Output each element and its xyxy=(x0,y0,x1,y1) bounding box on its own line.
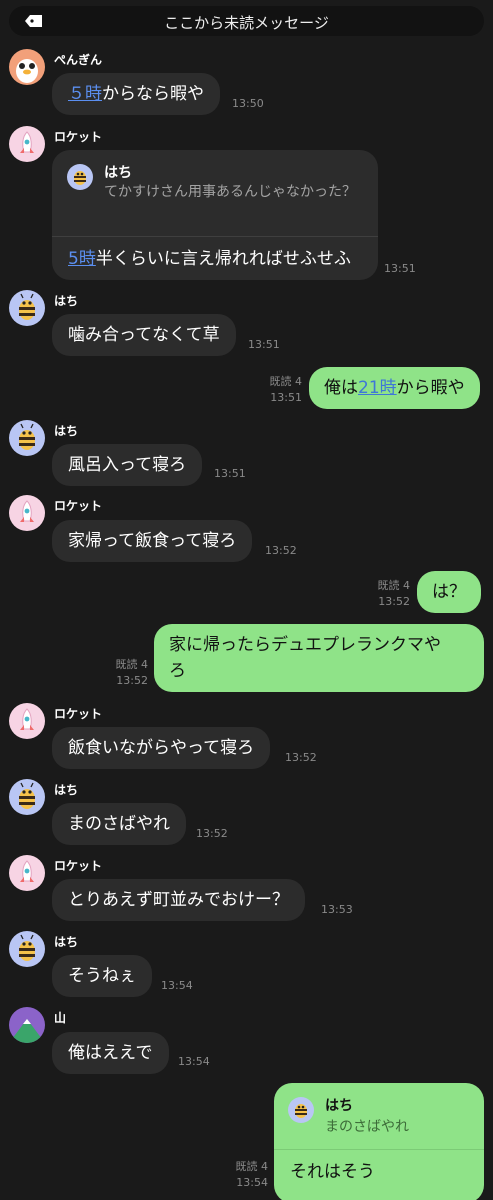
read-receipt: 既読 4 xyxy=(377,579,411,592)
message-text: 風呂入って寝ろ xyxy=(68,455,187,475)
timestamp: 13:51 xyxy=(214,467,246,480)
message-text: それはそう xyxy=(290,1162,375,1182)
message-text: 噛み合ってなくて草 xyxy=(68,325,220,345)
avatar-bee[interactable] xyxy=(9,931,45,967)
sender-name: ロケット xyxy=(54,130,103,144)
sender-name: はち xyxy=(54,783,79,797)
read-receipt: 既読 4 xyxy=(115,658,149,671)
timestamp: 13:51 xyxy=(248,338,280,351)
message-bubble[interactable]: 飯食いながらやって寝ろ xyxy=(52,727,271,769)
message-text: からなら暇や xyxy=(102,84,204,104)
read-receipt: 既読 4 xyxy=(235,1160,269,1173)
time-link[interactable]: ５時 xyxy=(68,84,102,104)
quoted-sender: はち xyxy=(104,165,132,181)
quoted-sender: はち xyxy=(325,1098,353,1114)
reply-message-bubble[interactable]: はち てかすけさん用事あるんじゃなかった？ 5時半くらいに言え帰れればせふせふ xyxy=(52,150,378,280)
message-text: 家帰って飯食って寝ろ xyxy=(68,531,237,551)
message-bubble[interactable]: は？ xyxy=(417,571,481,613)
sender-name: ロケット xyxy=(54,859,103,873)
unread-banner: ここから未読メッセージ xyxy=(9,6,484,36)
timestamp: 13:54 xyxy=(178,1055,210,1068)
timestamp: 13:53 xyxy=(321,903,353,916)
message-bubble[interactable]: 家に帰ったらデュエプレランクマや ろ xyxy=(154,624,484,692)
avatar-bee[interactable] xyxy=(9,779,45,815)
avatar-rocket[interactable] xyxy=(9,126,45,162)
sender-name: ロケット xyxy=(54,707,103,721)
message-bubble[interactable]: とりあえず町並みでおけー？ xyxy=(52,879,305,921)
sender-name: 山 xyxy=(54,1011,67,1025)
message-text-wrap: 5時半くらいに言え帰れればせふせふ xyxy=(68,246,351,272)
avatar-rocket[interactable] xyxy=(9,855,45,891)
timestamp: 13:52 xyxy=(378,595,410,608)
message-text-line: ろ xyxy=(169,661,186,681)
sender-name: はち xyxy=(54,294,79,308)
message-bubble[interactable]: まのさばやれ xyxy=(52,803,186,845)
time-link[interactable]: 5時 xyxy=(68,249,96,269)
timestamp: 13:51 xyxy=(384,262,416,275)
message-bubble[interactable]: 風呂入って寝ろ xyxy=(52,444,203,486)
reply-message-bubble[interactable]: はち まのさばやれ それはそう xyxy=(274,1083,484,1200)
message-bubble[interactable]: 俺は21時から暇や xyxy=(309,367,480,409)
timestamp: 13:50 xyxy=(232,97,264,110)
avatar-rocket[interactable] xyxy=(9,495,45,531)
banner-title: ここから未読メッセージ xyxy=(164,14,329,32)
timestamp: 13:54 xyxy=(161,979,193,992)
quoted-text: まのさばやれ xyxy=(325,1119,409,1135)
sender-name: はち xyxy=(54,935,79,949)
message-text: 半くらいに言え帰れればせふせふ xyxy=(95,249,351,269)
time-link[interactable]: 21時 xyxy=(358,378,397,398)
sender-name: はち xyxy=(54,424,79,438)
message-text: まのさばやれ xyxy=(68,814,170,834)
timestamp: 13:52 xyxy=(116,674,148,687)
message-text: から暇や xyxy=(396,378,465,398)
avatar-bee[interactable] xyxy=(9,290,45,326)
avatar-penguin[interactable] xyxy=(9,49,45,85)
message-bubble[interactable]: そうねぇ xyxy=(52,955,152,997)
read-receipt: 既読 4 xyxy=(269,375,303,388)
avatar-bee[interactable] xyxy=(9,420,45,456)
quoted-avatar-bee xyxy=(288,1097,314,1123)
sender-name: ロケット xyxy=(54,499,103,513)
message-text: そうねぇ xyxy=(68,966,136,986)
timestamp: 13:51 xyxy=(270,391,302,404)
message-bubble[interactable]: 家帰って飯食って寝ろ xyxy=(52,520,253,562)
message-text: は？ xyxy=(432,582,466,602)
message-bubble[interactable]: ５時からなら暇や xyxy=(52,73,220,115)
timestamp: 13:52 xyxy=(196,827,228,840)
message-text: 俺は xyxy=(324,378,358,398)
quoted-text: てかすけさん用事あるんじゃなかった？ xyxy=(104,184,356,200)
avatar-rocket[interactable] xyxy=(9,703,45,739)
avatar-mountain[interactable] xyxy=(9,1007,45,1043)
timestamp: 13:52 xyxy=(285,751,317,764)
timestamp: 13:54 xyxy=(236,1176,268,1189)
message-text: 飯食いながらやって寝ろ xyxy=(68,738,255,758)
message-text: とりあえず町並みでおけー？ xyxy=(68,890,289,910)
message-bubble[interactable]: 俺はええで xyxy=(52,1032,169,1074)
message-text: 俺はええで xyxy=(68,1043,153,1063)
message-bubble[interactable]: 噛み合ってなくて草 xyxy=(52,314,236,356)
timestamp: 13:52 xyxy=(265,544,297,557)
quoted-avatar-bee xyxy=(67,164,93,190)
quote-divider xyxy=(274,1149,484,1150)
message-text-line: 家に帰ったらデュエプレランクマや xyxy=(169,635,441,655)
sender-name: ぺんぎん xyxy=(54,53,103,67)
quote-divider xyxy=(52,236,378,237)
